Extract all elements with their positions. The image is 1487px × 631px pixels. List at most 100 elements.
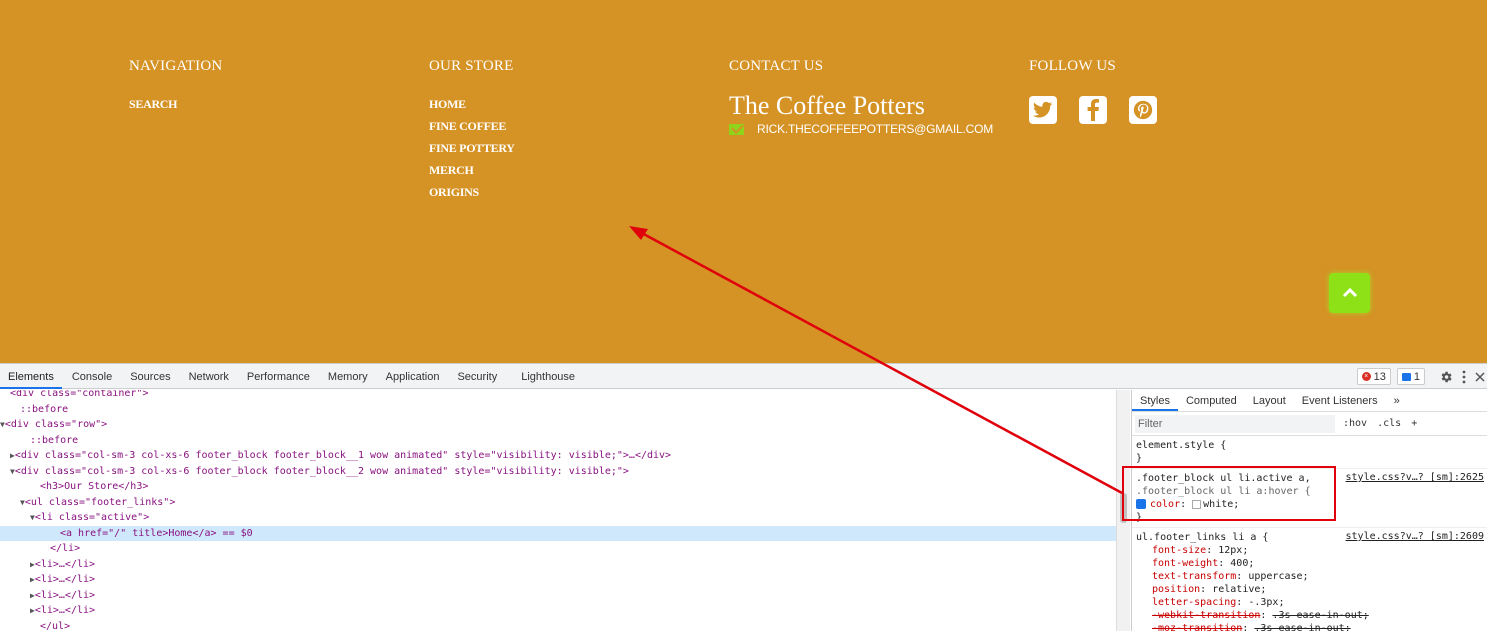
tab-network[interactable]: Network: [181, 364, 237, 389]
rule-source-link[interactable]: style.css?v…? [sm]:2609: [1346, 531, 1484, 542]
css-property-position[interactable]: position: relative;: [1136, 583, 1483, 596]
more-vert-icon[interactable]: [1459, 370, 1469, 384]
footer-heading-navigation: NAVIGATION: [129, 58, 223, 74]
element-style-selector: element.style {: [1136, 440, 1227, 451]
tab-lighthouse[interactable]: Lighthouse: [513, 364, 583, 389]
tab-more[interactable]: »: [1386, 390, 1408, 411]
tab-security[interactable]: Security: [449, 364, 505, 389]
message-icon: [1401, 372, 1411, 381]
dom-node-line[interactable]: <h3>Our Store</h3>: [0, 479, 1116, 495]
cls-toggle[interactable]: .cls: [1377, 418, 1401, 429]
new-rule-button[interactable]: +: [1411, 418, 1417, 429]
css-property-value: relative;: [1212, 584, 1267, 595]
rule-closing-brace: }: [1136, 453, 1143, 464]
facebook-icon[interactable]: [1079, 96, 1107, 124]
dom-node-text: <h3>Our Store</h3>: [40, 481, 149, 492]
gear-icon[interactable]: [1439, 370, 1453, 384]
dom-node-text: <li>…</li>: [34, 558, 96, 570]
dom-node-line[interactable]: ▼<ul class="footer_links">: [0, 495, 1116, 511]
css-property-text-transform[interactable]: text-transform: uppercase;: [1136, 570, 1483, 583]
dom-node-text: <a href="/" title>Home</a> == $0: [60, 527, 253, 539]
css-property-font-size[interactable]: font-size: 12px;: [1136, 544, 1483, 557]
tab-computed[interactable]: Computed: [1178, 390, 1245, 411]
dom-node-line[interactable]: ::before: [0, 402, 1116, 418]
dom-node-line[interactable]: ▶<div class="col-sm-3 col-xs-6 footer_bl…: [0, 448, 1116, 464]
styles-filter-input[interactable]: Filter: [1135, 414, 1335, 433]
brand-name: The Coffee Potters: [729, 91, 925, 120]
dom-node-line[interactable]: ▶<li>…</li>: [0, 557, 1116, 573]
footer-link-origins[interactable]: ORIGINS: [429, 184, 515, 206]
error-icon: ×: [1361, 372, 1371, 381]
tab-sources[interactable]: Sources: [122, 364, 178, 389]
dom-node-line[interactable]: ▼<div class="row">: [0, 417, 1116, 433]
dom-node-text: <div class="container">: [10, 390, 149, 399]
footer-heading-follow: FOLLOW US: [1029, 58, 1116, 74]
tab-styles[interactable]: Styles: [1132, 390, 1178, 411]
close-icon[interactable]: [1475, 371, 1485, 382]
css-property-name: -webkit-transition: [1152, 610, 1261, 621]
css-property-value: 400;: [1230, 558, 1255, 569]
styles-filter-bar: Filter :hov .cls +: [1132, 412, 1487, 436]
tab-console[interactable]: Console: [64, 364, 120, 389]
css-property-value: 12px;: [1218, 545, 1249, 556]
pinterest-icon[interactable]: [1129, 96, 1157, 124]
dom-node-line[interactable]: ▶<li>…</li>: [0, 572, 1116, 588]
footer-link-search[interactable]: SEARCH: [129, 96, 222, 118]
element-style-rule[interactable]: element.style { }: [1132, 436, 1487, 469]
dom-node-text: ::before: [20, 403, 69, 415]
css-property-webkit-transition[interactable]: -webkit-transition: .3s ease-in-out;: [1136, 609, 1483, 622]
css-property-name: font-size: [1152, 545, 1207, 556]
footer-navigation-column: NAVIGATION SEARCH: [129, 58, 222, 118]
dom-node-text: <li>…</li>: [34, 589, 96, 601]
tab-performance[interactable]: Performance: [239, 364, 318, 389]
dom-node-line[interactable]: ::before: [0, 433, 1116, 449]
error-count-badge[interactable]: × 13: [1356, 368, 1391, 385]
dom-node-text: <div class="row">: [4, 419, 108, 430]
footer-follow-column: FOLLOW US: [1029, 58, 1157, 124]
email-row[interactable]: RICK.THECOFFEEPOTTERS@GMAIL.COM: [729, 122, 993, 136]
hov-toggle[interactable]: :hov: [1343, 418, 1367, 429]
footer-link-home[interactable]: HOME: [429, 96, 515, 118]
email-link[interactable]: RICK.THECOFFEEPOTTERS@GMAIL.COM: [757, 122, 993, 136]
tab-event-listeners[interactable]: Event Listeners: [1294, 390, 1386, 411]
tab-layout[interactable]: Layout: [1245, 390, 1294, 411]
footer-heading-contact: CONTACT US: [729, 58, 824, 74]
twitter-icon[interactable]: [1029, 96, 1057, 124]
dom-node-text: <li class="active">: [34, 512, 150, 523]
css-property-letter-spacing[interactable]: letter-spacing: -.3px;: [1136, 596, 1483, 609]
message-count-badge[interactable]: 1: [1396, 368, 1425, 385]
dom-node-line[interactable]: </ul>: [0, 619, 1116, 631]
rule-source-link[interactable]: style.css?v…? [sm]:2625: [1346, 472, 1484, 483]
rule-footer-links[interactable]: ul.footer_links li a { style.css?v…? [sm…: [1132, 528, 1487, 631]
footer-link-merch[interactable]: MERCH: [429, 162, 515, 184]
scroll-to-top-button[interactable]: [1329, 273, 1370, 313]
footer-link-fine-pottery[interactable]: FINE POTTERY: [429, 140, 515, 162]
dom-node-text: <li>…</li>: [34, 605, 96, 616]
envelope-icon: [729, 123, 744, 135]
dom-node-line[interactable]: </li>: [0, 541, 1116, 557]
elements-tree[interactable]: <div class="container">::before ▼<div cla…: [0, 390, 1116, 631]
dom-node-line[interactable]: <div class="container">: [0, 390, 1116, 402]
dom-node-line[interactable]: ▼<li class="active">: [0, 510, 1116, 526]
css-property-name: position: [1152, 584, 1201, 595]
dom-node-line[interactable]: <a href="/" title>Home</a> == $0: [0, 525, 1116, 541]
css-property-value: .3s ease-in-out;: [1254, 623, 1351, 631]
footer-link-fine-coffee[interactable]: FINE COFFEE: [429, 118, 515, 140]
dom-node-line[interactable]: ▼<div class="col-sm-3 col-xs-6 footer_bl…: [0, 464, 1116, 480]
tab-memory[interactable]: Memory: [320, 364, 376, 389]
dom-node-text: <ul class="footer_links">: [24, 496, 176, 508]
dom-node-text: <div class="col-sm-3 col-xs-6 footer_blo…: [14, 450, 672, 461]
tab-elements[interactable]: Elements: [0, 364, 62, 389]
dom-node-text: <li>…</li>: [34, 574, 96, 585]
css-property-name: text-transform: [1152, 571, 1237, 582]
css-property-font-weight[interactable]: font-weight: 400;: [1136, 557, 1483, 570]
dom-node-line[interactable]: ▶<li>…</li>: [0, 588, 1116, 604]
css-property-name: -moz-transition: [1152, 623, 1243, 631]
css-property-name: letter-spacing: [1152, 597, 1237, 608]
dom-node-line[interactable]: ▶<li>…</li>: [0, 603, 1116, 619]
annotation-highlight-box: [1122, 466, 1336, 521]
tab-application[interactable]: Application: [378, 364, 448, 389]
css-property-moz-transition[interactable]: -moz-transition: .3s ease-in-out;: [1136, 622, 1483, 631]
footer-heading-store: OUR STORE: [429, 58, 514, 74]
dom-node-text: ::before: [30, 434, 79, 446]
